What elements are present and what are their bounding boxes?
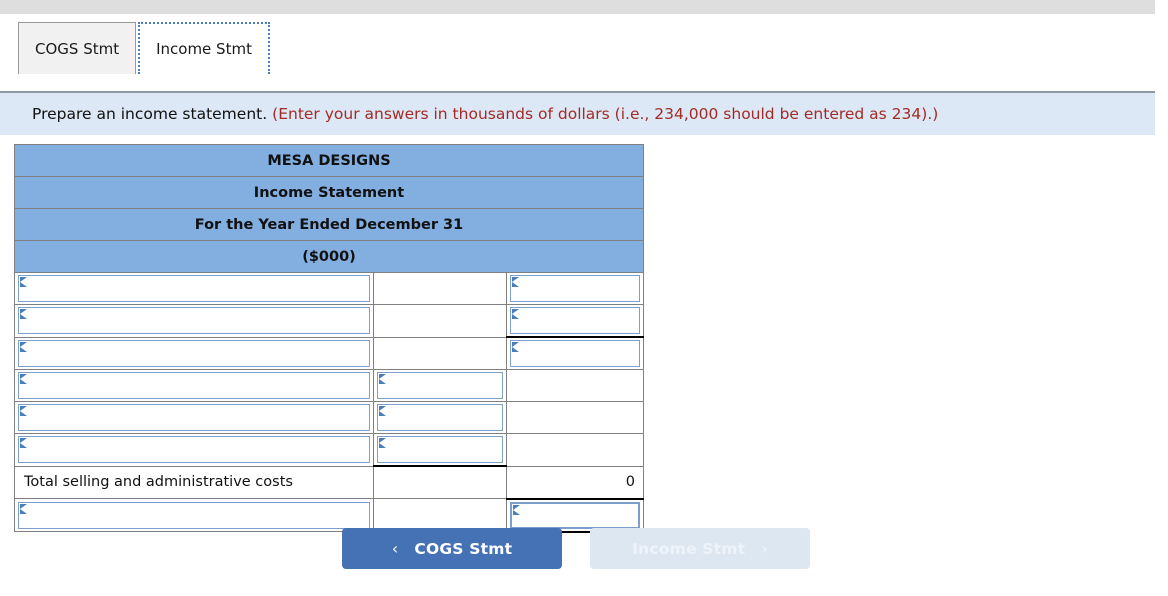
table-row: [14, 336, 644, 370]
row-1-label-input[interactable]: [18, 275, 370, 302]
tab-income-stmt[interactable]: Income Stmt: [138, 22, 270, 74]
row-4-label-cell[interactable]: [14, 369, 374, 402]
row-3-label-input[interactable]: [18, 339, 370, 367]
statement-period: For the Year Ended December 31: [14, 208, 644, 241]
chevron-right-icon: ›: [761, 539, 768, 558]
row-6-right-cell: [506, 433, 644, 467]
instruction-banner: Prepare an income statement. (Enter your…: [0, 91, 1155, 135]
row-4-mid-cell[interactable]: [373, 369, 507, 402]
next-button-label: Income Stmt: [632, 539, 746, 558]
table-row: Total selling and administrative costs 0: [14, 465, 644, 500]
row-4-mid-input[interactable]: [377, 372, 503, 399]
row-2-mid-cell: [373, 304, 507, 338]
instruction-hint: (Enter your answers in thousands of doll…: [272, 105, 939, 123]
total-value-cell: 0: [506, 465, 644, 500]
row-8-right-cell[interactable]: [506, 498, 644, 533]
row-8-right-input[interactable]: [510, 501, 640, 529]
table-row: [14, 433, 644, 467]
row-1-right-input[interactable]: [510, 275, 640, 302]
top-gray-strip: [0, 0, 1155, 14]
row-2-right-cell[interactable]: [506, 304, 644, 338]
tab-cogs-stmt[interactable]: COGS Stmt: [18, 22, 137, 74]
row-3-right-input[interactable]: [510, 340, 640, 367]
row-8-mid-cell: [373, 498, 507, 532]
row-2-label-cell[interactable]: [14, 304, 374, 338]
footer-nav: ‹ COGS Stmt Income Stmt ›: [342, 528, 810, 569]
row-6-mid-cell[interactable]: [373, 433, 507, 467]
total-value: 0: [625, 474, 635, 490]
page-root: COGS Stmt Income Stmt Prepare an income …: [0, 0, 1168, 596]
row-1-mid-cell: [373, 272, 507, 305]
table-row: [14, 304, 644, 338]
row-1-label-cell[interactable]: [14, 272, 374, 305]
chevron-left-icon: ‹: [391, 539, 399, 558]
total-mid-cell: [373, 465, 507, 499]
tab-bar: COGS Stmt Income Stmt: [18, 20, 270, 74]
row-6-label-cell[interactable]: [14, 433, 374, 467]
table-row: [14, 401, 644, 434]
row-5-mid-cell[interactable]: [373, 401, 507, 434]
table-row: [14, 272, 644, 305]
total-label-cell: Total selling and administrative costs: [14, 465, 374, 499]
row-5-mid-input[interactable]: [377, 404, 503, 431]
row-2-label-input[interactable]: [18, 307, 370, 335]
instruction-prompt: Prepare an income statement.: [32, 105, 268, 123]
statement-units: ($000): [14, 240, 644, 273]
row-1-right-cell[interactable]: [506, 272, 644, 305]
next-income-stmt-button[interactable]: Income Stmt ›: [590, 528, 810, 569]
row-4-right-cell: [506, 369, 644, 402]
row-4-label-input[interactable]: [18, 372, 370, 399]
prev-cogs-stmt-button[interactable]: ‹ COGS Stmt: [342, 528, 562, 569]
row-5-label-input[interactable]: [18, 404, 370, 431]
prev-button-label: COGS Stmt: [414, 539, 513, 558]
tab-cogs-stmt-label: COGS Stmt: [35, 39, 120, 58]
table-header-row: MESA DESIGNS: [14, 144, 644, 177]
row-3-right-cell[interactable]: [506, 336, 644, 370]
row-5-right-cell: [506, 401, 644, 434]
row-8-label-input[interactable]: [18, 501, 370, 529]
table-row: [14, 369, 644, 402]
statement-company-name: MESA DESIGNS: [14, 144, 644, 177]
row-5-label-cell[interactable]: [14, 401, 374, 434]
income-statement-table: MESA DESIGNS Income Statement For the Ye…: [14, 144, 644, 533]
row-3-mid-cell: [373, 336, 507, 370]
row-6-label-input[interactable]: [18, 436, 370, 464]
table-header-row: For the Year Ended December 31: [14, 208, 644, 241]
table-header-row: Income Statement: [14, 176, 644, 209]
tab-income-stmt-label: Income Stmt: [156, 40, 252, 58]
statement-title: Income Statement: [14, 176, 644, 209]
row-2-right-input[interactable]: [510, 307, 640, 334]
table-row: [14, 498, 644, 533]
row-3-label-cell[interactable]: [14, 336, 374, 370]
table-header-row: ($000): [14, 240, 644, 273]
total-label: Total selling and administrative costs: [24, 474, 293, 491]
row-6-mid-input[interactable]: [377, 436, 503, 463]
row-8-label-cell[interactable]: [14, 498, 374, 532]
